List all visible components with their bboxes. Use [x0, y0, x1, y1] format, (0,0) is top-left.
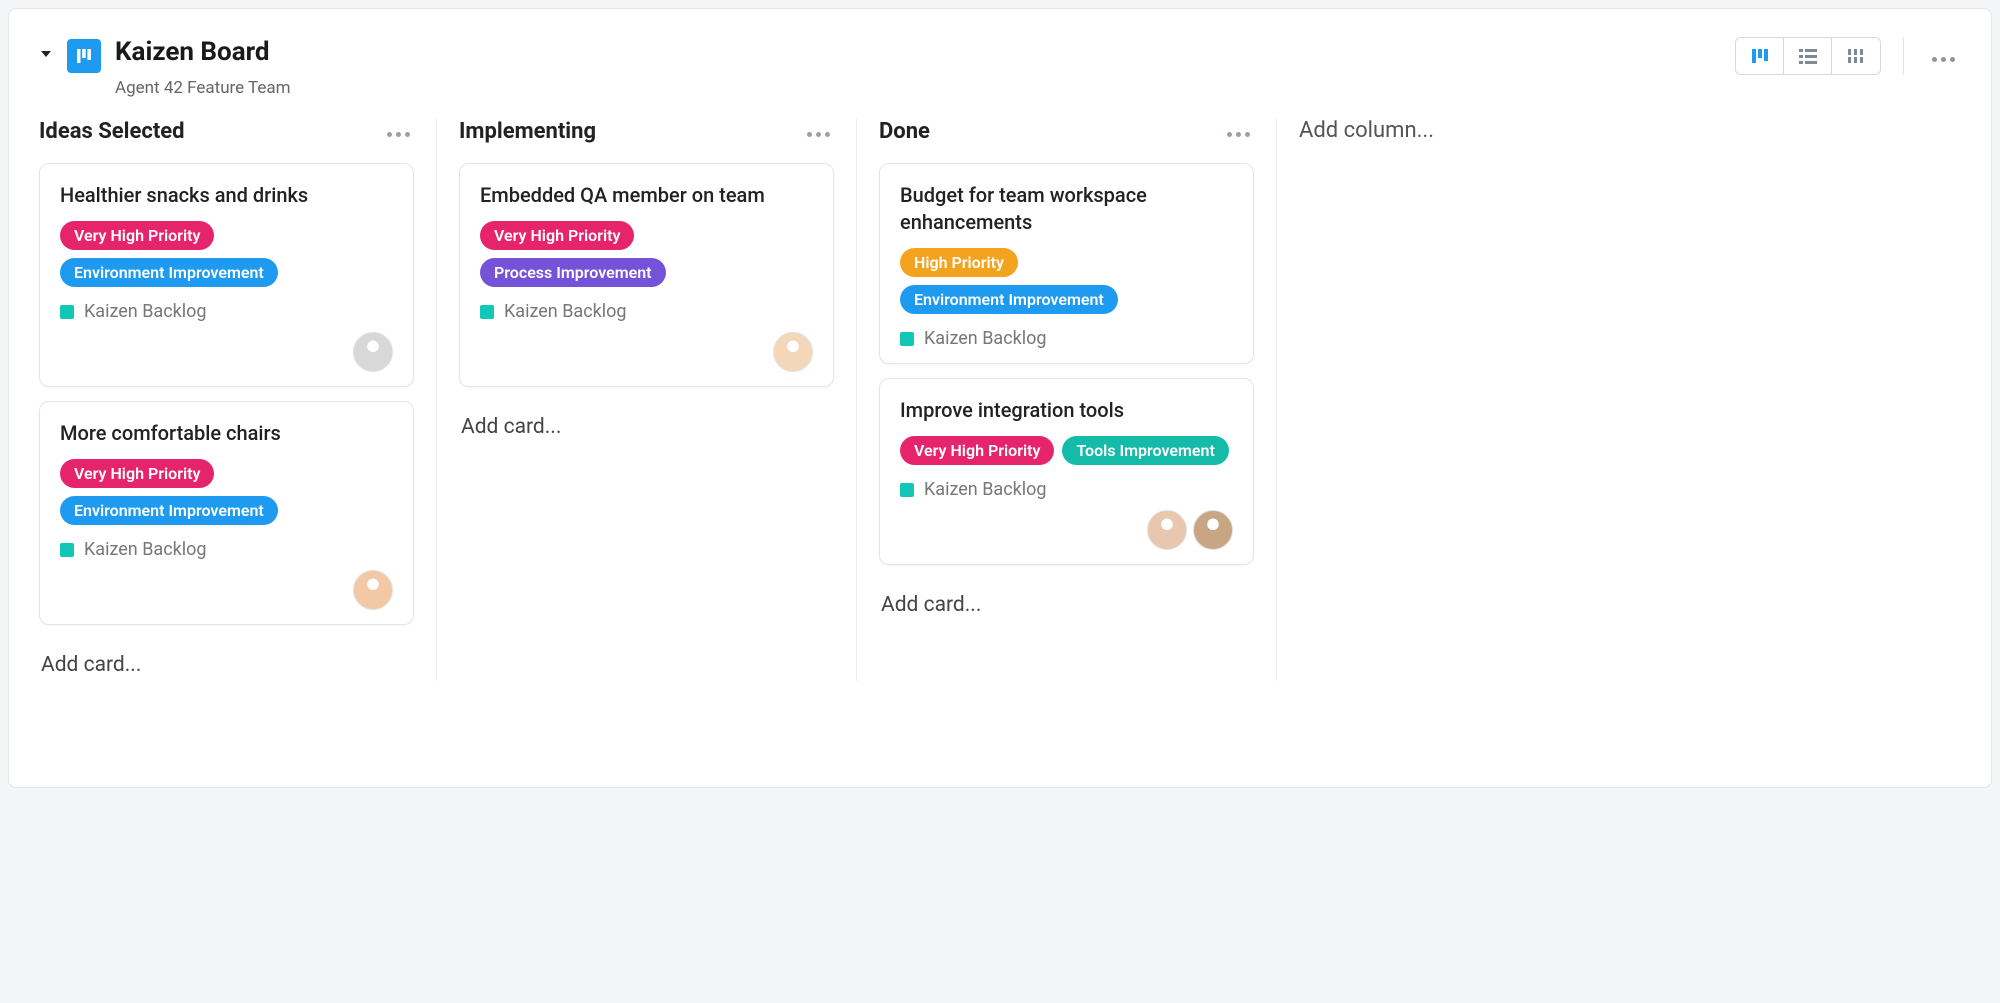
card[interactable]: Budget for team workspace enhancements Hi… [879, 163, 1254, 364]
card-tags: Very High Priority Tools Improvement [900, 436, 1233, 465]
add-column: Add column... [1277, 118, 1577, 681]
column-more-icon[interactable] [803, 118, 834, 145]
source-label: Kaizen Backlog [84, 301, 207, 322]
card-tags: High Priority Environment Improvement [900, 248, 1233, 314]
card-source[interactable]: Kaizen Backlog [900, 479, 1233, 500]
header-more-icon[interactable] [1926, 41, 1961, 72]
card[interactable]: Healthier snacks and drinks Very High Pri… [39, 163, 414, 387]
tag[interactable]: Very High Priority [900, 436, 1054, 465]
avatar[interactable] [1147, 510, 1187, 550]
view-list-button[interactable] [1784, 38, 1832, 74]
board-icon [67, 39, 101, 73]
card-title: Improve integration tools [900, 397, 1233, 424]
card-footer [480, 332, 813, 372]
source-label: Kaizen Backlog [924, 479, 1047, 500]
card-title: Budget for team workspace enhancements [900, 182, 1233, 236]
add-card-button[interactable]: Add card... [459, 411, 834, 443]
card[interactable]: Embedded QA member on team Very High Prio… [459, 163, 834, 387]
tag[interactable]: Very High Priority [60, 459, 214, 488]
add-column-header: Add column... [1299, 118, 1555, 143]
view-toggle [1735, 37, 1881, 75]
column-title: Implementing [459, 119, 596, 144]
add-card-button[interactable]: Add card... [879, 589, 1254, 621]
tag[interactable]: Very High Priority [60, 221, 214, 250]
page-title: Kaizen Board [115, 37, 291, 68]
column-header: Ideas Selected [39, 118, 414, 145]
view-compact-button[interactable] [1832, 38, 1880, 74]
source-label: Kaizen Backlog [84, 539, 207, 560]
avatar[interactable] [353, 570, 393, 610]
header-right [1735, 37, 1961, 75]
column: Ideas Selected Healthier snacks and drink… [17, 118, 437, 681]
source-label: Kaizen Backlog [924, 328, 1047, 349]
tag[interactable]: Very High Priority [480, 221, 634, 250]
page-subtitle: Agent 42 Feature Team [115, 78, 291, 98]
source-chip-icon [480, 305, 494, 319]
column-header: Implementing [459, 118, 834, 145]
source-label: Kaizen Backlog [504, 301, 627, 322]
card[interactable]: Improve integration tools Very High Prior… [879, 378, 1254, 565]
column: Implementing Embedded QA member on team Ve… [437, 118, 857, 681]
tag[interactable]: High Priority [900, 248, 1018, 277]
card-source[interactable]: Kaizen Backlog [900, 328, 1233, 349]
source-chip-icon [60, 543, 74, 557]
column-more-icon[interactable] [1223, 118, 1254, 145]
card-footer [60, 332, 393, 372]
add-column-button[interactable]: Add column... [1299, 118, 1434, 143]
card-footer [900, 510, 1233, 550]
card[interactable]: More comfortable chairs Very High Priorit… [39, 401, 414, 625]
avatar[interactable] [353, 332, 393, 372]
card-source[interactable]: Kaizen Backlog [60, 301, 393, 322]
card-tags: Very High Priority Process Improvement [480, 221, 813, 287]
source-chip-icon [900, 483, 914, 497]
source-chip-icon [900, 332, 914, 346]
column-title: Ideas Selected [39, 119, 185, 144]
collapse-chevron-icon[interactable] [39, 47, 53, 61]
source-chip-icon [60, 305, 74, 319]
card-title: Healthier snacks and drinks [60, 182, 393, 209]
tag[interactable]: Environment Improvement [60, 496, 278, 525]
card-tags: Very High Priority Environment Improvemen… [60, 221, 393, 287]
column-more-icon[interactable] [383, 118, 414, 145]
board-frame: Kaizen Board Agent 42 Feature Team [8, 8, 1992, 788]
board-columns: Ideas Selected Healthier snacks and drink… [9, 118, 1991, 681]
card-title: More comfortable chairs [60, 420, 393, 447]
card-source[interactable]: Kaizen Backlog [480, 301, 813, 322]
column-header: Done [879, 118, 1254, 145]
tag[interactable]: Environment Improvement [60, 258, 278, 287]
header-left: Kaizen Board Agent 42 Feature Team [39, 37, 291, 98]
card-title: Embedded QA member on team [480, 182, 813, 209]
tag[interactable]: Process Improvement [480, 258, 666, 287]
header: Kaizen Board Agent 42 Feature Team [9, 37, 1991, 118]
column: Done Budget for team workspace enhancemen… [857, 118, 1277, 681]
view-board-button[interactable] [1736, 38, 1784, 74]
avatar[interactable] [773, 332, 813, 372]
card-tags: Very High Priority Environment Improvemen… [60, 459, 393, 525]
column-title: Done [879, 119, 930, 144]
title-wrap: Kaizen Board Agent 42 Feature Team [115, 37, 291, 98]
card-footer [60, 570, 393, 610]
add-card-button[interactable]: Add card... [39, 649, 414, 681]
card-source[interactable]: Kaizen Backlog [60, 539, 393, 560]
avatar[interactable] [1193, 510, 1233, 550]
divider [1903, 37, 1904, 75]
tag[interactable]: Environment Improvement [900, 285, 1118, 314]
tag[interactable]: Tools Improvement [1062, 436, 1228, 465]
